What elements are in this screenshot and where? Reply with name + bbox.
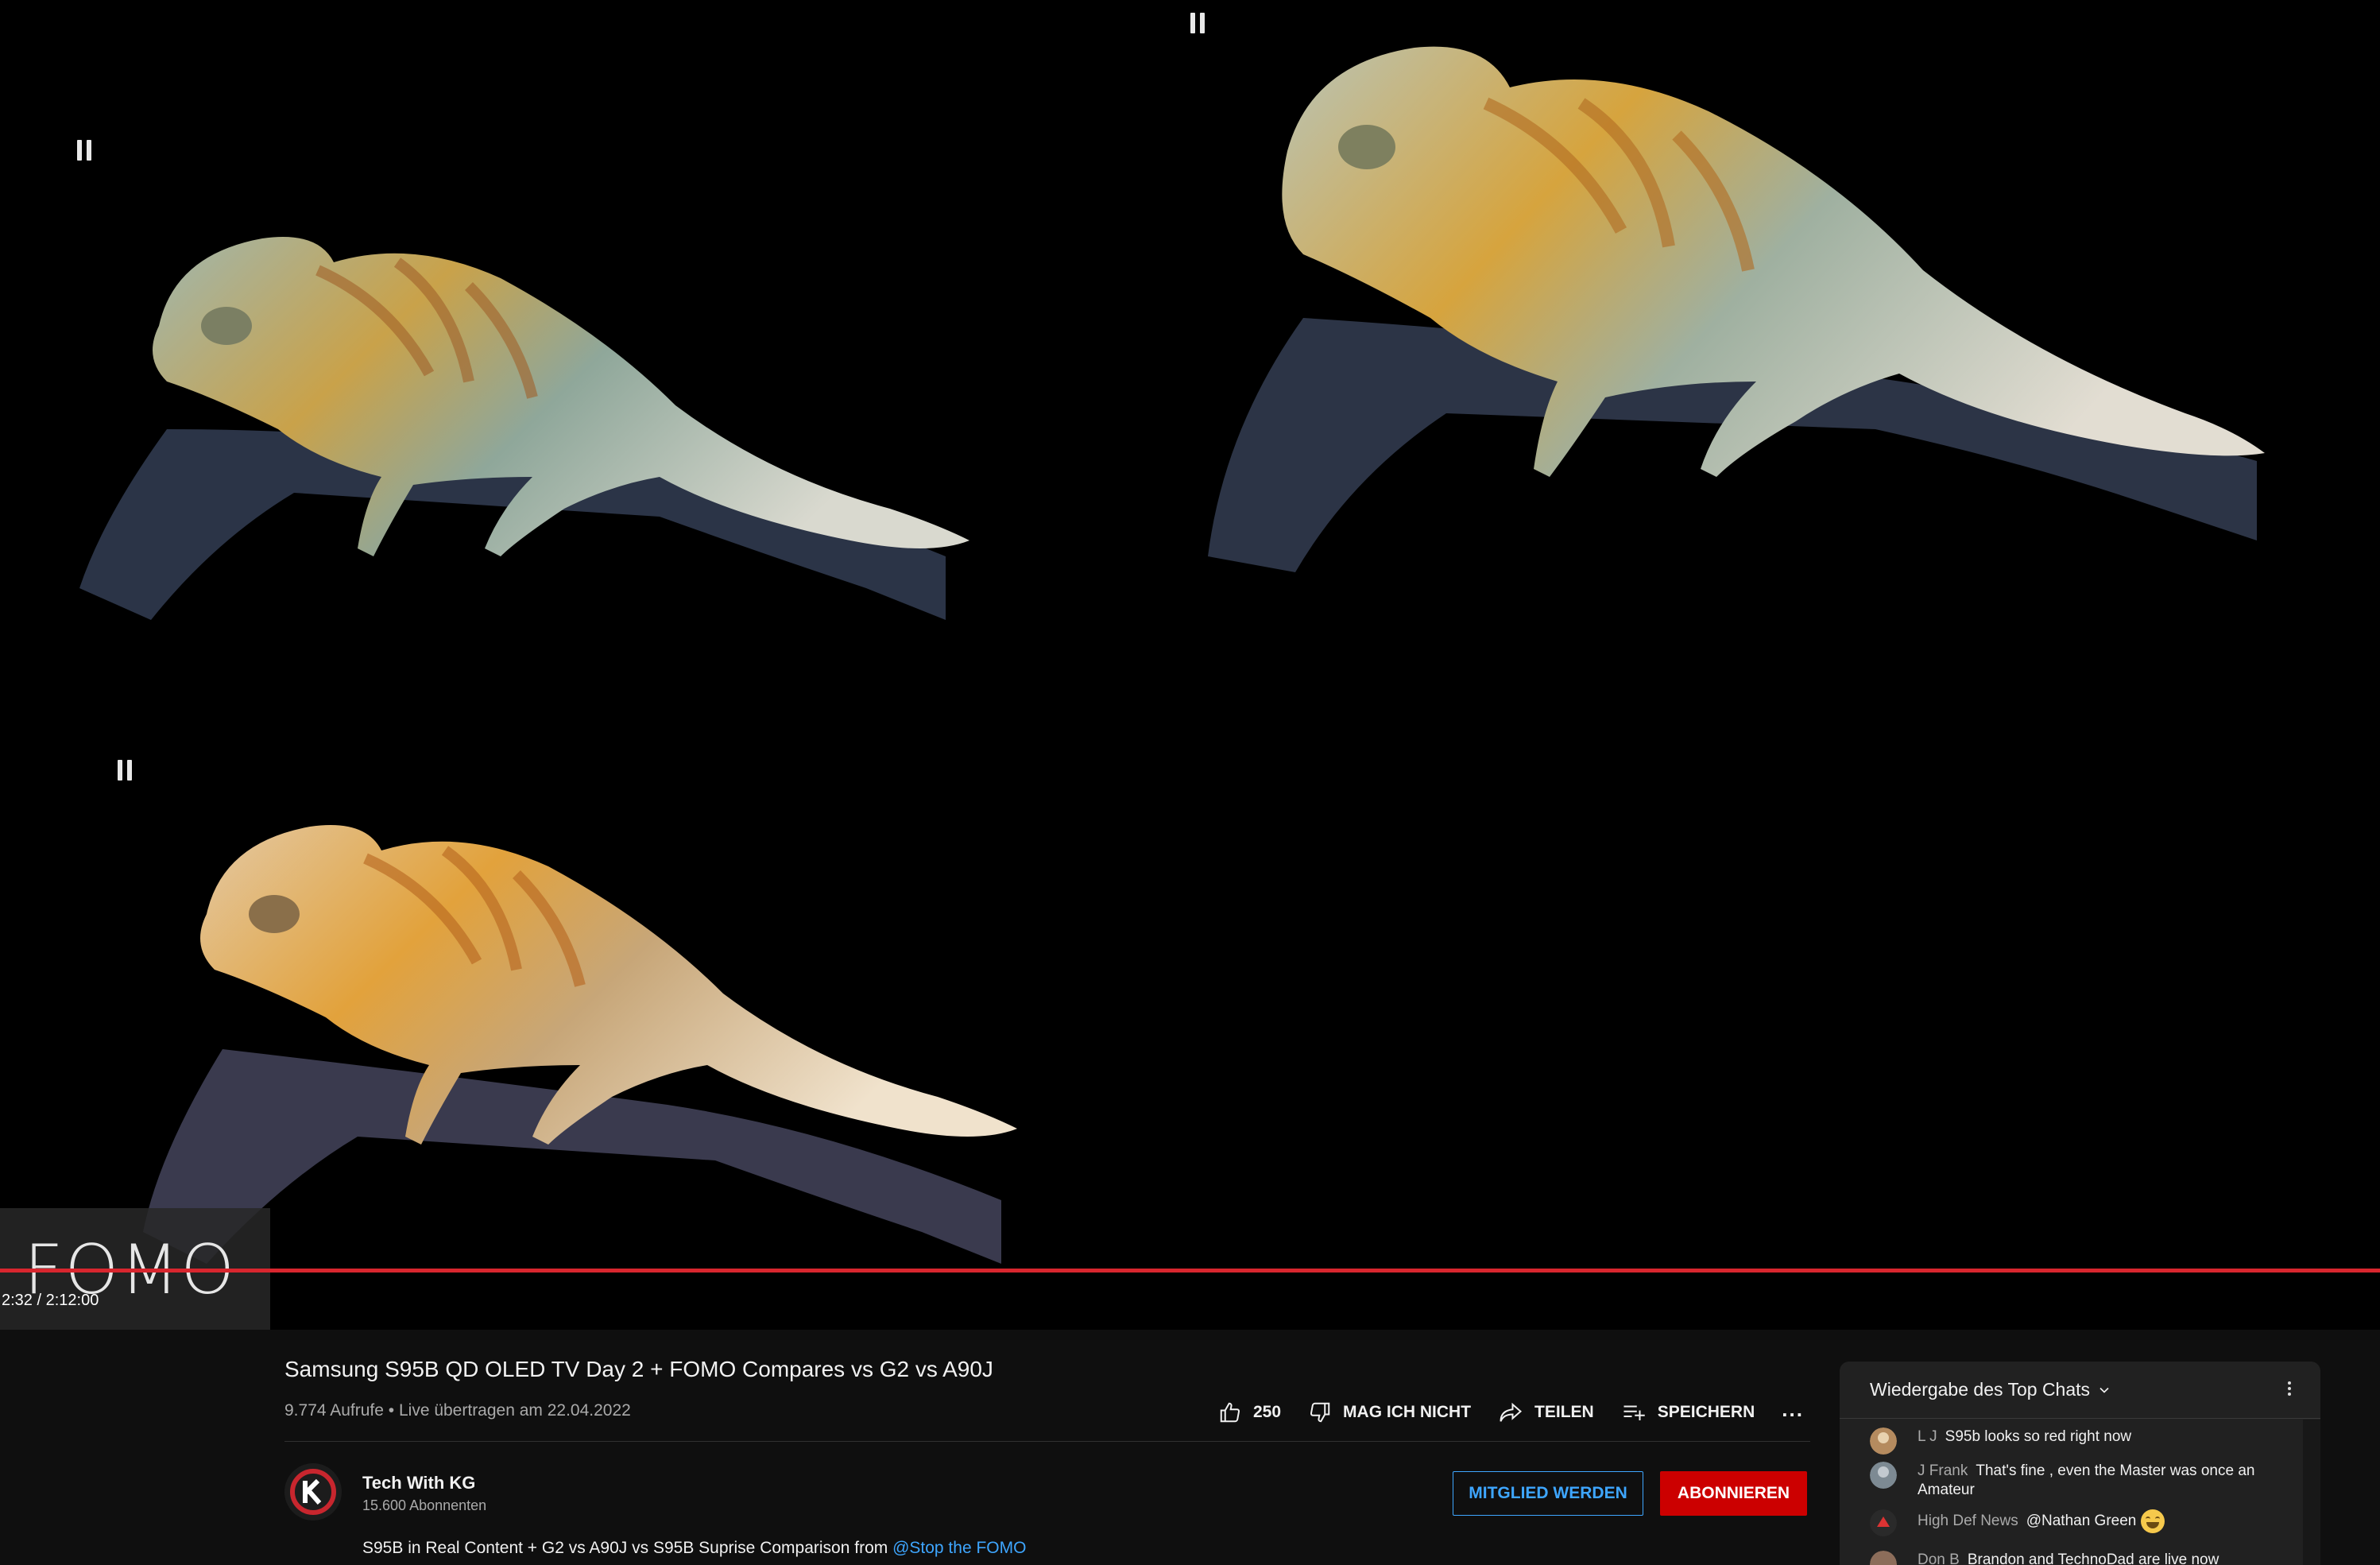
save-button[interactable]: SPEICHERN xyxy=(1621,1400,1755,1424)
comparison-frame-top-left xyxy=(56,143,1001,652)
view-count: 9.774 Aufrufe xyxy=(284,1401,384,1420)
chat-message: L J S95b looks so red right now xyxy=(1870,1427,2299,1455)
channel-logo-icon xyxy=(284,1463,342,1520)
chat-text: Brandon and TechnoDad are live now xyxy=(1967,1551,2219,1565)
chat-message: High Def News @Nathan Green xyxy=(1870,1509,2299,1536)
like-button[interactable]: 250 xyxy=(1218,1400,1281,1424)
video-meta: 9.774 Aufrufe • Live übertragen am 22.04… xyxy=(284,1401,631,1420)
video-player[interactable]: FOMO 2:32 / 2:12:00 xyxy=(0,0,2380,1330)
chat-menu-icon[interactable] xyxy=(2284,1379,2295,1401)
like-count: 250 xyxy=(1253,1403,1282,1421)
chameleon-image xyxy=(79,237,969,620)
pause-icon xyxy=(118,760,134,781)
chat-author: J Frank xyxy=(1918,1462,1968,1479)
dislike-button[interactable]: MAG ICH NICHT xyxy=(1308,1400,1471,1424)
video-info: Samsung S95B QD OLED TV Day 2 + FOMO Com… xyxy=(284,1330,1810,1565)
chat-title: Wiedergabe des Top Chats xyxy=(1870,1379,2091,1400)
chat-author: Don B xyxy=(1918,1551,1960,1565)
chat-text: S95b looks so red right now xyxy=(1945,1428,2132,1445)
comparison-frame-top-right xyxy=(1160,16,2281,604)
description-text: S95B in Real Content + G2 vs A90J vs S95… xyxy=(362,1539,893,1557)
save-label: SPEICHERN xyxy=(1657,1403,1755,1421)
chat-header: Wiedergabe des Top Chats xyxy=(1840,1362,2320,1419)
progress-bar[interactable] xyxy=(0,1269,2380,1273)
chat-author: High Def News xyxy=(1918,1513,2018,1530)
description-mention-link[interactable]: @Stop the FOMO xyxy=(892,1539,1026,1557)
subscribe-button[interactable]: ABONNIEREN xyxy=(1660,1471,1807,1516)
share-label: TEILEN xyxy=(1534,1403,1594,1421)
meta-separator: • xyxy=(383,1401,399,1420)
thumbs-down-icon xyxy=(1310,1402,1330,1423)
chat-mode-dropdown[interactable]: Wiedergabe des Top Chats xyxy=(1870,1379,2112,1400)
avatar xyxy=(1870,1551,1897,1565)
laughing-emoji-icon xyxy=(2140,1509,2165,1533)
share-button[interactable]: TEILEN xyxy=(1498,1400,1594,1424)
more-actions-button[interactable]: ... xyxy=(1782,1397,1804,1422)
chat-message: Don B Brandon and TechnoDad are live now xyxy=(1870,1551,2299,1565)
avatar xyxy=(1870,1427,1897,1455)
progress-fill xyxy=(0,1269,2380,1273)
pause-icon xyxy=(77,140,93,161)
dislike-label: MAG ICH NICHT xyxy=(1343,1403,1472,1421)
time-display: 2:32 / 2:12:00 xyxy=(2,1292,99,1309)
chat-message: J Frank That's fine , even the Master was… xyxy=(1870,1462,2299,1500)
channel-name[interactable]: Tech With KG xyxy=(362,1473,475,1493)
live-chat-replay: Wiedergabe des Top Chats L J S95b looks s… xyxy=(1840,1362,2320,1565)
chat-text: @Nathan Green xyxy=(2026,1513,2137,1530)
chevron-down-icon xyxy=(2099,1387,2109,1393)
chat-scrollbar[interactable] xyxy=(2303,1420,2320,1565)
chat-text: That's fine , even the Master was once a… xyxy=(1918,1462,2255,1498)
avatar xyxy=(1870,1509,1897,1536)
video-title: Samsung S95B QD OLED TV Day 2 + FOMO Com… xyxy=(284,1357,993,1381)
thumbs-up-icon xyxy=(1220,1402,1240,1423)
more-icon: ... xyxy=(1782,1396,1804,1421)
video-description: S95B in Real Content + G2 vs A90J vs S95… xyxy=(362,1539,1026,1558)
action-bar: 250 MAG ICH NICHT TEILEN SPEICHERN ... xyxy=(1218,1395,1804,1430)
subscriber-count: 15.600 Abonnenten xyxy=(362,1497,487,1513)
channel-avatar[interactable] xyxy=(284,1463,342,1520)
divider xyxy=(284,1441,1810,1442)
chameleon-image xyxy=(1208,46,2265,572)
playlist-add-icon xyxy=(1623,1405,1645,1420)
chat-author: L J xyxy=(1918,1428,1937,1445)
pause-icon xyxy=(1190,13,1206,33)
live-date: Live übertragen am 22.04.2022 xyxy=(398,1401,631,1420)
avatar xyxy=(1870,1462,1897,1489)
share-icon xyxy=(1500,1402,1523,1422)
join-button[interactable]: MITGLIED WERDEN xyxy=(1453,1471,1643,1516)
